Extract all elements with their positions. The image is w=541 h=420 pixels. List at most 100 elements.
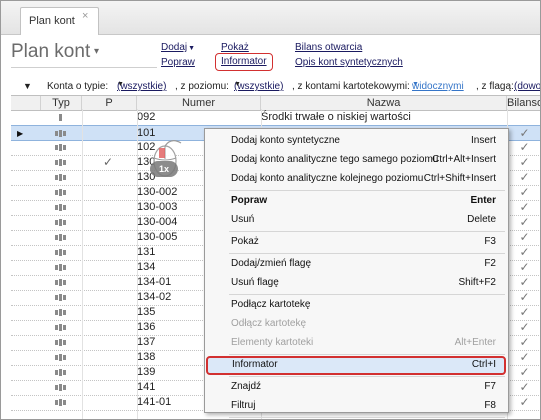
- bilans-cell: ✓: [519, 245, 530, 259]
- informator-highlight-box: [215, 53, 273, 71]
- filter-typ-label: Konta o typie:: [47, 81, 109, 92]
- p-cell: [83, 365, 133, 380]
- p-cell: [83, 170, 133, 185]
- type-icon: [41, 365, 81, 380]
- type-icon: [41, 275, 81, 290]
- menu-item-label: Pokaż: [231, 236, 259, 247]
- p-cell: [83, 380, 133, 395]
- bilans-cell: ✓: [519, 170, 530, 184]
- p-cell: [83, 230, 133, 245]
- menu-separator: [229, 253, 505, 254]
- p-cell: [83, 245, 133, 260]
- bilans-cell: ✓: [519, 185, 530, 199]
- menu-separator: [229, 354, 505, 355]
- bilans-cell: ✓: [519, 395, 530, 409]
- menu-item-label: Dodaj konto analityczne kolejnego poziom…: [231, 173, 424, 184]
- menu-item-8[interactable]: Usuń flagę Shift+F2: [205, 274, 508, 293]
- menu-item-5[interactable]: Usuń Delete: [205, 211, 508, 230]
- menu-item-shortcut: Insert: [470, 135, 496, 146]
- header-typ[interactable]: Typ: [41, 96, 82, 110]
- menu-separator: [229, 231, 505, 232]
- menu-item-label: Usuń flagę: [231, 277, 279, 288]
- click-count-badge: 1x: [150, 161, 178, 177]
- header-nazwa[interactable]: Nazwa: [261, 96, 507, 110]
- tab-plan-kont[interactable]: Plan kont ×: [20, 7, 99, 35]
- menu-item-13[interactable]: Znajdź F7: [205, 378, 508, 397]
- bilans-cell: ✓: [519, 140, 530, 154]
- type-icon: [41, 215, 81, 230]
- tab-label: Plan kont: [29, 15, 75, 27]
- type-icon: [41, 245, 81, 260]
- menu-separator: [229, 417, 505, 418]
- p-cell: [83, 320, 133, 335]
- p-cell: [83, 140, 133, 155]
- bilans-cell: ✓: [519, 305, 530, 319]
- menu-item-shortcut: Enter: [470, 195, 496, 206]
- menu-item-label: Dodaj konto syntetyczne: [231, 135, 340, 146]
- bilans-cell: ✓: [519, 275, 530, 289]
- bilans-cell: ✓: [519, 230, 530, 244]
- menu-item-label: Filtruj: [231, 400, 256, 411]
- filter-flaga-value[interactable]: (dowoln: [514, 81, 540, 92]
- type-icon: [41, 110, 81, 125]
- menu-item-shortcut: Shift+F2: [458, 277, 496, 288]
- menu-item-3[interactable]: Dodaj konto analityczne kolejnego poziom…: [205, 170, 508, 189]
- menu-item-14[interactable]: Filtruj F8: [205, 397, 508, 416]
- col-divider-numer: [137, 109, 138, 419]
- bilans-cell: ✓: [519, 335, 530, 349]
- filter-bar: ▼ Konta o typie: (wszystkie) ▼ , z pozio…: [1, 81, 540, 95]
- collapse-icon[interactable]: ▼: [23, 81, 32, 91]
- type-icon: [41, 290, 81, 305]
- popraw-link[interactable]: Popraw: [161, 57, 195, 68]
- page-title[interactable]: Plan kont: [11, 41, 90, 63]
- filter-flaga-label: , z flagą:: [476, 81, 514, 92]
- menu-item-7[interactable]: Dodaj/zmień flagę F2: [205, 255, 508, 274]
- p-cell: [83, 275, 133, 290]
- table-row[interactable]: 092 Środki trwałe o niskiej wartości: [11, 110, 540, 126]
- menu-item-9[interactable]: Podłącz kartotekę: [205, 296, 508, 315]
- p-cell: [83, 260, 133, 275]
- bilans-cell: ✓: [519, 126, 530, 140]
- menu-item-label: Popraw: [231, 195, 268, 206]
- p-cell: [83, 215, 133, 230]
- menu-item-label: Odłącz kartotekę: [231, 318, 307, 329]
- bilans-cell: ✓: [519, 365, 530, 379]
- type-icon: [41, 126, 81, 141]
- menu-separator: [229, 190, 505, 191]
- header-marker: [11, 96, 41, 110]
- opis-kont-link[interactable]: Opis kont syntetycznych: [295, 57, 403, 68]
- dropdown-arrow-icon: ▼: [188, 45, 196, 52]
- menu-item-shortcut: F7: [484, 381, 496, 392]
- close-icon[interactable]: ×: [82, 10, 88, 22]
- header-numer[interactable]: Numer: [137, 96, 261, 110]
- menu-item-4[interactable]: Popraw Enter: [205, 192, 508, 211]
- filter-poziom-label: , z poziomu:: [175, 81, 229, 92]
- menu-item-shortcut: F3: [484, 236, 496, 247]
- menu-item-label: Dodaj konto analityczne tego samego pozi…: [231, 154, 439, 165]
- bilans-cell: ✓: [519, 200, 530, 214]
- header-p[interactable]: P: [82, 96, 137, 110]
- pokaz-link[interactable]: Pokaż: [221, 42, 249, 53]
- bilans-cell: ✓: [519, 380, 530, 394]
- p-cell: [83, 350, 133, 365]
- bilans-cell: [508, 110, 540, 125]
- menu-item-12[interactable]: Informator Ctrl+I: [206, 356, 506, 375]
- bilans-cell: ✓: [519, 215, 530, 229]
- bilans-cell: ✓: [519, 260, 530, 274]
- header-bilans[interactable]: Bilanso: [507, 96, 540, 110]
- menu-item-1[interactable]: Dodaj konto syntetyczne Insert: [205, 132, 508, 151]
- p-cell: ✓: [102, 155, 114, 169]
- p-cell: [83, 335, 133, 350]
- menu-item-label: Podłącz kartotekę: [231, 299, 311, 310]
- menu-item-label: Informator: [232, 359, 278, 370]
- menu-item-shortcut: Ctrl+Alt+Insert: [432, 154, 496, 165]
- grid-header: Typ P Numer Nazwa Bilanso: [11, 95, 540, 111]
- bilans-otwarcia-link[interactable]: Bilans otwarcia: [295, 42, 362, 53]
- bilans-cell: ✓: [519, 155, 530, 169]
- menu-item-2[interactable]: Dodaj konto analityczne tego samego pozi…: [205, 151, 508, 170]
- menu-item-6[interactable]: Pokaż F3: [205, 233, 508, 252]
- current-row-indicator-icon: ▶: [17, 129, 24, 138]
- menu-item-11: Elementy kartoteki Alt+Enter: [205, 334, 508, 353]
- dodaj-link[interactable]: Dodaj▼: [161, 42, 195, 53]
- chevron-down-icon[interactable]: ▾: [94, 46, 99, 57]
